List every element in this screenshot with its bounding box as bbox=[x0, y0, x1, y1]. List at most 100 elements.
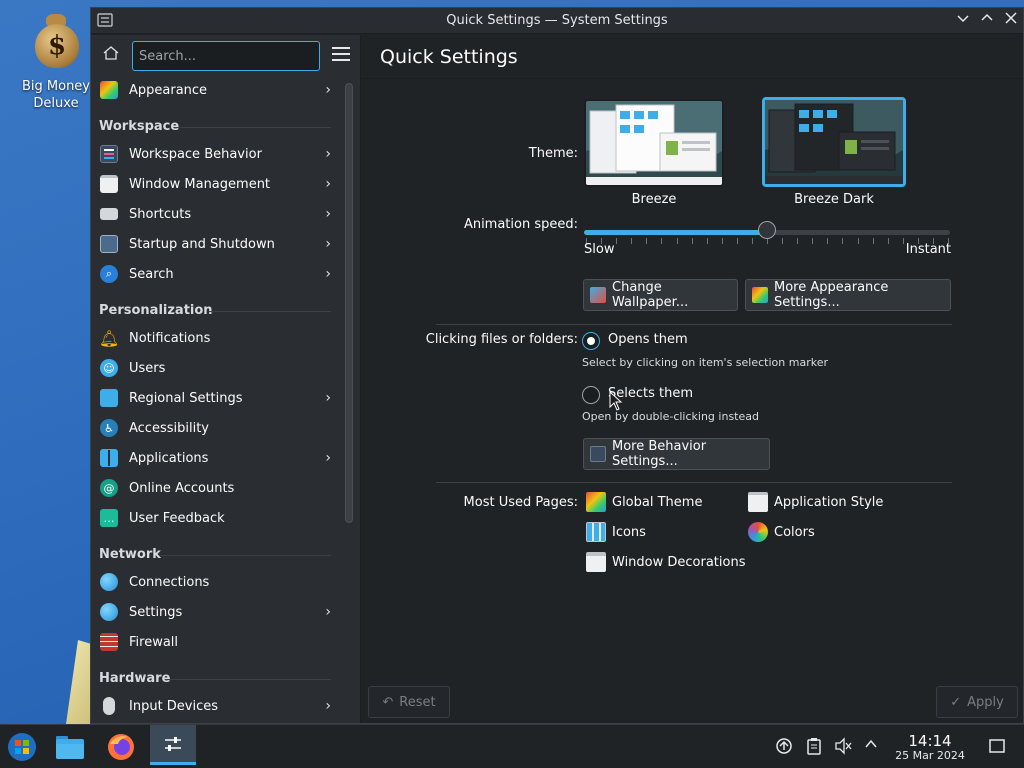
sidebar-item-appearance[interactable]: Appearance › bbox=[91, 75, 341, 105]
sidebar-item-applications[interactable]: Applications › bbox=[91, 443, 341, 473]
slider-tick bbox=[646, 238, 648, 244]
global-theme-icon bbox=[586, 492, 606, 512]
theme-label: Theme: bbox=[528, 146, 578, 161]
sidebar: Appearance › Workspace Workspace Behavio… bbox=[91, 35, 361, 723]
search-icon: ⌕ bbox=[100, 265, 118, 283]
chevron-right-icon: › bbox=[325, 698, 331, 714]
window-title: Quick Settings — System Settings bbox=[446, 13, 668, 28]
slider-tick bbox=[857, 238, 859, 244]
clicking-files-label: Clicking files or folders: bbox=[425, 332, 578, 347]
theme-name-breeze-dark: Breeze Dark bbox=[794, 192, 874, 207]
theme-card-breeze-dark[interactable] bbox=[762, 97, 906, 187]
sidebar-item-search[interactable]: ⌕ Search › bbox=[91, 259, 341, 289]
opens-them-radio[interactable] bbox=[582, 332, 600, 350]
workspace-behavior-icon bbox=[100, 145, 118, 163]
online-accounts-icon: @ bbox=[100, 479, 118, 497]
system-settings-taskbar-button[interactable] bbox=[150, 725, 196, 765]
firewall-icon bbox=[100, 633, 118, 651]
more-appearance-settings-button[interactable]: More Appearance Settings... bbox=[745, 279, 951, 311]
slider-tick bbox=[782, 238, 784, 244]
page-title: Quick Settings bbox=[380, 46, 518, 68]
sidebar-item-workspace-behavior[interactable]: Workspace Behavior › bbox=[91, 139, 341, 169]
most-used-icons[interactable]: Icons bbox=[586, 522, 646, 542]
home-button[interactable] bbox=[99, 44, 123, 68]
most-used-global-theme[interactable]: Global Theme bbox=[586, 492, 702, 512]
icons-icon bbox=[586, 522, 606, 542]
reset-button[interactable]: ↶ Reset bbox=[368, 686, 450, 718]
slider-min-label: Slow bbox=[584, 242, 615, 257]
sidebar-item-network-settings[interactable]: Settings › bbox=[91, 597, 341, 627]
sidebar-item-accessibility[interactable]: ♿︎ Accessibility bbox=[91, 413, 341, 443]
volume-muted-icon[interactable] bbox=[834, 737, 852, 755]
slider-tick bbox=[842, 238, 844, 244]
sidebar-header bbox=[91, 35, 360, 75]
bell-icon: 🔔︎ bbox=[98, 328, 120, 348]
sidebar-item-regional-settings[interactable]: Regional Settings › bbox=[91, 383, 341, 413]
sidebar-item-input-devices[interactable]: Input Devices › bbox=[91, 691, 341, 721]
opens-them-hint: Select by clicking on item's selection m… bbox=[582, 356, 828, 369]
money-bag-icon: $ bbox=[31, 10, 81, 72]
folder-icon bbox=[56, 736, 84, 759]
sidebar-item-notifications[interactable]: 🔔︎ Notifications bbox=[91, 323, 341, 353]
selects-them-hint: Open by double-clicking instead bbox=[582, 410, 759, 423]
most-used-colors[interactable]: Colors bbox=[748, 522, 815, 542]
sidebar-item-firewall[interactable]: Firewall bbox=[91, 627, 341, 657]
desktop-icon-label: Big Money Deluxe bbox=[21, 79, 90, 111]
section-header-hardware: Hardware bbox=[91, 657, 341, 691]
selects-them-radio[interactable] bbox=[582, 386, 600, 404]
titlebar[interactable]: Quick Settings — System Settings bbox=[91, 8, 1023, 34]
slider-tick bbox=[616, 238, 618, 244]
chevron-right-icon: › bbox=[325, 206, 331, 222]
firefox-button[interactable] bbox=[103, 729, 139, 765]
apply-button[interactable]: ✓ Apply bbox=[936, 686, 1018, 718]
users-icon: ☺ bbox=[100, 359, 118, 377]
sidebar-list: Appearance › Workspace Workspace Behavio… bbox=[91, 75, 341, 723]
system-settings-window: Quick Settings — System Settings Appeara… bbox=[90, 7, 1024, 724]
show-hidden-icons-chevron-icon[interactable] bbox=[862, 737, 880, 755]
colors-icon bbox=[748, 522, 768, 542]
globe-icon bbox=[100, 573, 118, 591]
file-manager-button[interactable] bbox=[52, 729, 88, 765]
start-menu-button[interactable] bbox=[4, 729, 40, 765]
reset-icon: ↶ bbox=[382, 694, 394, 710]
slider-handle[interactable] bbox=[758, 221, 776, 239]
chevron-right-icon: › bbox=[325, 236, 331, 252]
sidebar-item-window-management[interactable]: Window Management › bbox=[91, 169, 341, 199]
slider-tick bbox=[827, 238, 829, 244]
minimize-button[interactable] bbox=[953, 11, 973, 31]
breeze-preview-image bbox=[586, 101, 722, 185]
firefox-icon bbox=[108, 734, 134, 760]
chevron-right-icon: › bbox=[325, 450, 331, 466]
appearance-icon bbox=[752, 287, 768, 303]
sidebar-scrollbar[interactable] bbox=[345, 83, 353, 523]
maximize-button[interactable] bbox=[977, 11, 997, 31]
sidebar-item-shortcuts[interactable]: Shortcuts › bbox=[91, 199, 341, 229]
sidebar-item-users[interactable]: ☺ Users bbox=[91, 353, 341, 383]
theme-card-breeze[interactable] bbox=[584, 99, 724, 187]
most-used-window-decorations[interactable]: Window Decorations bbox=[586, 552, 746, 572]
clock-time[interactable]: 14:14 bbox=[900, 732, 960, 750]
hamburger-menu-button[interactable] bbox=[329, 43, 353, 67]
chevron-right-icon: › bbox=[325, 266, 331, 282]
regional-icon bbox=[100, 389, 118, 407]
sidebar-item-connections[interactable]: Connections bbox=[91, 567, 341, 597]
clipboard-icon[interactable] bbox=[805, 737, 823, 755]
slider-tick bbox=[721, 238, 723, 244]
slider-tick bbox=[751, 238, 753, 244]
desktop-icon-big-money-deluxe[interactable]: $ Big Money Deluxe bbox=[10, 10, 102, 112]
change-wallpaper-button[interactable]: Change Wallpaper... bbox=[583, 279, 738, 311]
sidebar-item-online-accounts[interactable]: @ Online Accounts bbox=[91, 473, 341, 503]
sidebar-item-startup-shutdown[interactable]: Startup and Shutdown › bbox=[91, 229, 341, 259]
clock-date[interactable]: 25 Mar 2024 bbox=[885, 749, 975, 762]
search-input[interactable] bbox=[132, 41, 320, 71]
slider-tick bbox=[661, 238, 663, 244]
sidebar-item-user-feedback[interactable]: … User Feedback bbox=[91, 503, 341, 533]
close-button[interactable] bbox=[1001, 11, 1021, 31]
show-desktop-icon[interactable] bbox=[988, 737, 1006, 755]
more-behavior-settings-button[interactable]: More Behavior Settings... bbox=[583, 438, 770, 470]
most-used-application-style[interactable]: Application Style bbox=[748, 492, 883, 512]
opens-them-label[interactable]: Opens them bbox=[608, 332, 688, 347]
slider-tick bbox=[631, 238, 633, 244]
updates-icon[interactable] bbox=[775, 737, 793, 755]
application-style-icon bbox=[748, 492, 768, 512]
